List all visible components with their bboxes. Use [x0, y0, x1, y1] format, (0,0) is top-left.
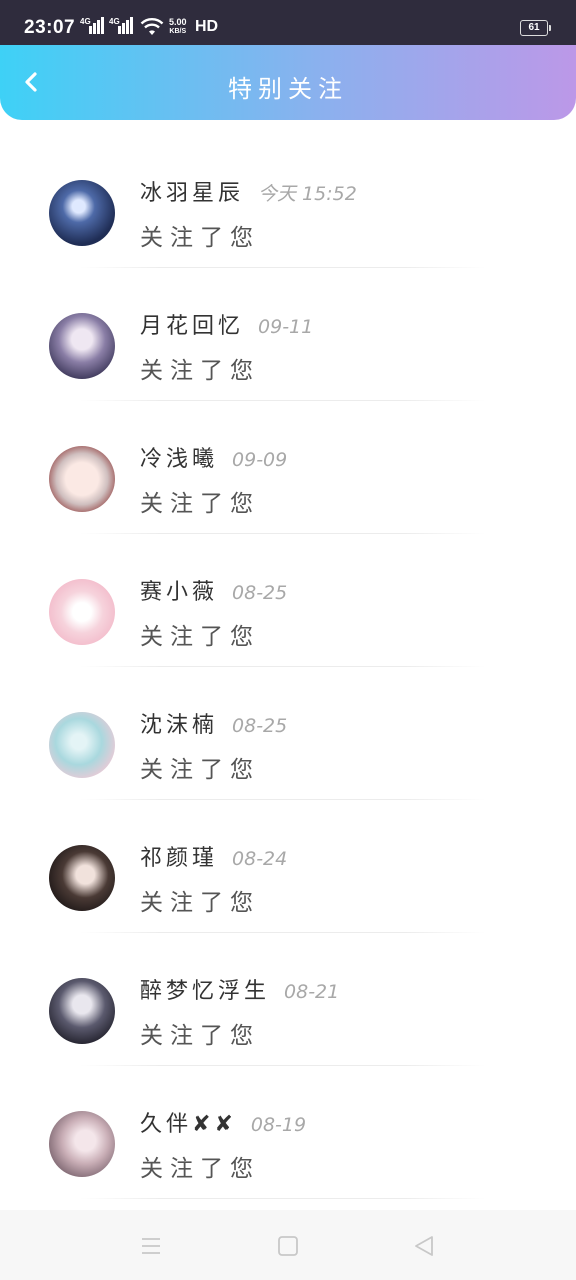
follower-name-text: 祁颜瑾 [140, 846, 219, 871]
avatar[interactable] [49, 446, 115, 512]
page-header: 特别关注 [0, 45, 576, 120]
home-square-icon[interactable] [276, 1235, 300, 1257]
follower-name-text: 冷浅曦 [140, 447, 219, 472]
follow-time: 08-24 [232, 848, 288, 870]
follower-name-text: 久伴✘✘ [140, 1112, 237, 1137]
list-item[interactable]: 醉梦忆浮生 08-21 关注了您 [0, 933, 576, 1066]
follow-message: 关注了您 [140, 624, 260, 650]
follower-name: 月花回忆 09-11 [140, 308, 313, 340]
signal-icon: 4G [109, 14, 135, 34]
back-triangle-icon[interactable] [412, 1235, 436, 1257]
follower-name-text: 赛小薇 [140, 580, 219, 605]
status-bar: 23:07 4G 4G 5.00 KB/S HD 61 [0, 0, 576, 45]
follow-message: 关注了您 [140, 491, 260, 517]
wifi-icon [140, 18, 164, 35]
avatar[interactable] [49, 712, 115, 778]
list-item[interactable]: 冰羽星辰 今天 15:52 关注了您 [0, 135, 576, 268]
follow-time: 08-25 [232, 582, 288, 604]
hd-indicator: HD [195, 18, 219, 35]
divider [80, 1198, 486, 1199]
menu-icon[interactable] [139, 1235, 163, 1257]
follow-time: 今天 15:52 [258, 183, 357, 205]
system-nav-bar [0, 1210, 576, 1280]
follower-name: 赛小薇 08-25 [140, 574, 287, 606]
follow-message: 关注了您 [140, 358, 260, 384]
follower-name: 冷浅曦 09-09 [140, 441, 287, 473]
signal-label: 4G [109, 17, 120, 26]
avatar[interactable] [49, 1111, 115, 1177]
follow-message: 关注了您 [140, 1156, 260, 1182]
follower-name-text: 冰羽星辰 [140, 181, 245, 206]
follow-list: 冰羽星辰 今天 15:52 关注了您 月花回忆 09-11 关注了您 冷浅曦 09-09 关注了… [0, 135, 576, 1199]
follower-name-text: 沈沫楠 [140, 713, 219, 738]
avatar[interactable] [49, 180, 115, 246]
follower-name: 醉梦忆浮生 08-21 [140, 973, 339, 1005]
list-item[interactable]: 久伴✘✘ 08-19 关注了您 [0, 1066, 576, 1199]
speed-value: 5.00 [169, 17, 187, 27]
follow-time: 09-09 [232, 449, 288, 471]
status-time: 23:07 [24, 17, 76, 38]
network-speed: 5.00 KB/S [169, 18, 187, 36]
follow-message: 关注了您 [140, 225, 260, 251]
avatar[interactable] [49, 845, 115, 911]
list-item[interactable]: 祁颜瑾 08-24 关注了您 [0, 800, 576, 933]
follow-time: 08-19 [250, 1114, 307, 1136]
follower-name-text: 月花回忆 [140, 314, 245, 339]
list-item[interactable]: 赛小薇 08-25 关注了您 [0, 534, 576, 667]
signal-label: 4G [80, 17, 91, 26]
avatar[interactable] [49, 579, 115, 645]
list-item[interactable]: 冷浅曦 09-09 关注了您 [0, 401, 576, 534]
signal-icon: 4G [80, 14, 106, 34]
follower-name: 沈沫楠 08-25 [140, 707, 287, 739]
battery-icon: 61 [520, 20, 551, 36]
follow-time: 08-25 [232, 715, 288, 737]
follow-time: 09-11 [258, 316, 314, 338]
speed-unit: KB/S [169, 28, 187, 35]
follower-name-text: 醉梦忆浮生 [140, 979, 271, 1004]
follow-message: 关注了您 [140, 1023, 260, 1049]
avatar[interactable] [49, 313, 115, 379]
follow-time: 08-21 [284, 981, 340, 1003]
avatar[interactable] [49, 978, 115, 1044]
follower-name: 久伴✘✘ 08-19 [140, 1106, 306, 1138]
follower-name: 祁颜瑾 08-24 [140, 840, 287, 872]
page-title: 特别关注 [228, 75, 348, 103]
list-item[interactable]: 沈沫楠 08-25 关注了您 [0, 667, 576, 800]
list-item[interactable]: 月花回忆 09-11 关注了您 [0, 268, 576, 401]
follow-message: 关注了您 [140, 757, 260, 783]
follow-message: 关注了您 [140, 890, 260, 916]
follower-name: 冰羽星辰 今天 15:52 [140, 175, 357, 207]
